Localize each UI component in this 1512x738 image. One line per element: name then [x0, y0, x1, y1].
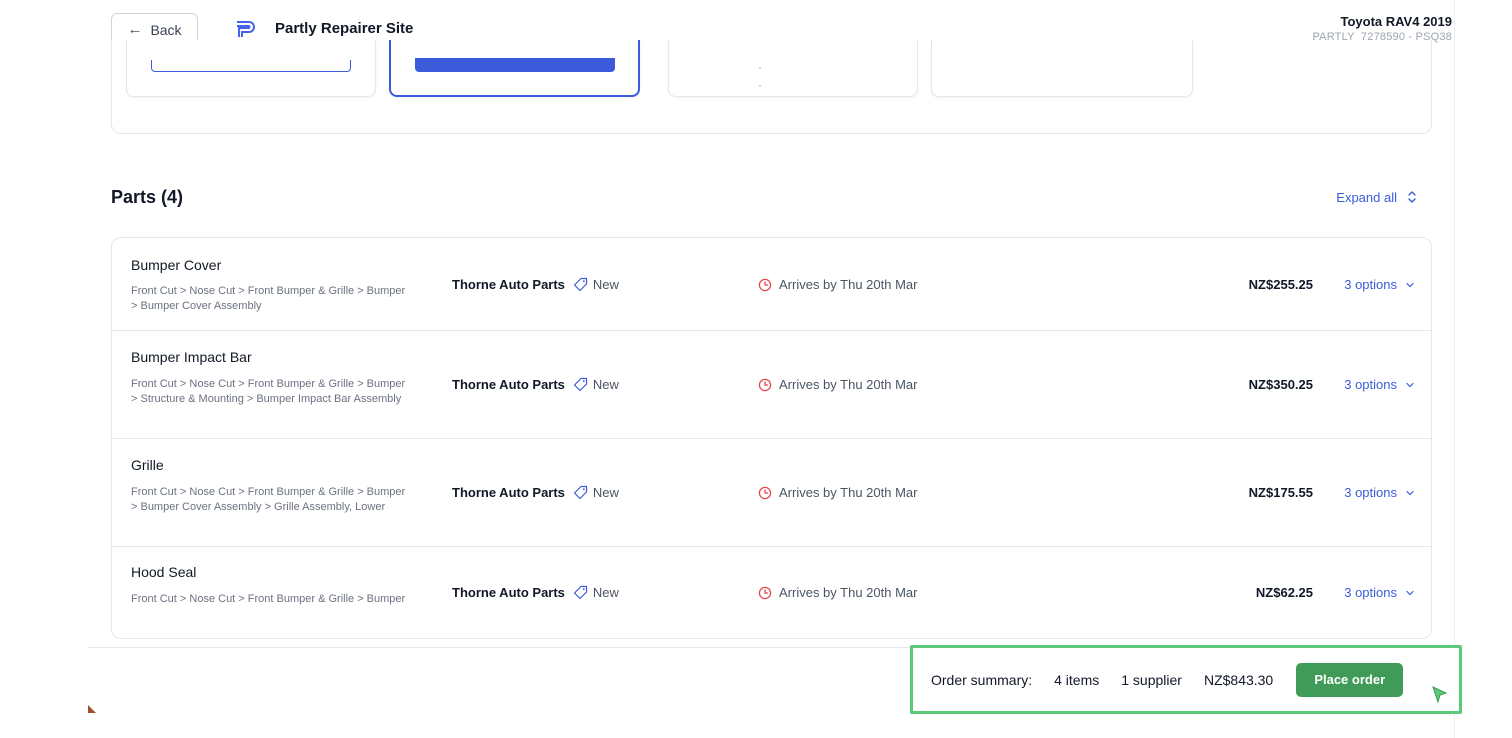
part-price: NZ$175.55	[1248, 485, 1313, 500]
part-row[interactable]: Bumper Impact Bar Front Cut > Nose Cut >…	[112, 331, 1431, 439]
chevron-down-icon	[1406, 382, 1414, 387]
option-card-button[interactable]	[151, 60, 351, 72]
options-label: 3 options	[1344, 377, 1397, 392]
options-label: 3 options	[1344, 485, 1397, 500]
options-label: 3 options	[1344, 585, 1397, 600]
vehicle-name: Toyota RAV4 2019	[1340, 14, 1452, 29]
part-row[interactable]: Hood Seal Front Cut > Nose Cut > Front B…	[112, 547, 1431, 638]
place-order-button[interactable]: Place order	[1296, 662, 1404, 697]
chevron-down-icon	[1406, 490, 1414, 495]
options-toggle[interactable]: 3 options	[1344, 277, 1415, 292]
options-toggle[interactable]: 3 options	[1344, 585, 1415, 600]
part-price: NZ$62.25	[1255, 585, 1313, 600]
part-row[interactable]: Grille Front Cut > Nose Cut > Front Bump…	[112, 439, 1431, 547]
arrival: Arrives by Thu 20th Mar	[758, 585, 917, 600]
order-summary-label: Order summary:	[931, 671, 1033, 688]
corner-marker-icon	[88, 705, 96, 713]
tag-icon	[573, 485, 588, 500]
supplier: Thorne Auto Parts New	[452, 277, 619, 292]
option-card[interactable]	[126, 40, 376, 97]
condition-label: New	[592, 585, 619, 600]
arrival: Arrives by Thu 20th Mar	[758, 277, 917, 292]
arrow-left-icon: ←	[127, 21, 143, 38]
site-title: Partly Repairer Site	[275, 20, 414, 37]
arrival-text: Arrives by Thu 20th Mar	[779, 377, 918, 392]
condition-label: New	[592, 377, 619, 392]
option-card[interactable]	[668, 40, 918, 97]
part-name: Bumper Cover	[131, 257, 222, 273]
chevron-up-down-icon	[1408, 191, 1416, 203]
supplier-name: Thorne Auto Parts	[452, 585, 565, 600]
tag-icon	[573, 277, 588, 292]
supplier: Thorne Auto Parts New	[452, 377, 619, 392]
order-supplier-count: 1 supplier	[1121, 671, 1182, 688]
option-card[interactable]	[931, 40, 1193, 97]
order-total: NZ$843.30	[1203, 671, 1274, 688]
options-toggle[interactable]: 3 options	[1344, 485, 1415, 500]
supplier-name: Thorne Auto Parts	[452, 485, 565, 500]
partly-logo-icon	[237, 21, 255, 37]
options-toggle[interactable]: 3 options	[1344, 377, 1415, 392]
supplier-name: Thorne Auto Parts	[452, 377, 565, 392]
chevron-down-icon	[1406, 282, 1414, 287]
parts-heading: Parts (4)	[111, 187, 184, 207]
part-name: Grille	[131, 457, 164, 473]
back-button-label: Back	[150, 21, 182, 38]
chevron-down-icon	[1406, 590, 1414, 595]
arrival: Arrives by Thu 20th Mar	[758, 377, 917, 392]
supplier-name: Thorne Auto Parts	[452, 277, 565, 292]
condition-tag: New	[573, 485, 619, 500]
condition-label: New	[592, 277, 619, 292]
option-card-button[interactable]	[415, 58, 615, 72]
condition-tag: New	[573, 585, 619, 600]
arrival: Arrives by Thu 20th Mar	[758, 485, 917, 500]
tag-icon	[573, 377, 588, 392]
clock-icon	[758, 278, 772, 291]
part-price: NZ$255.25	[1248, 277, 1313, 292]
part-category-path: Front Cut > Nose Cut > Front Bumper & Gr…	[131, 593, 406, 605]
part-price: NZ$350.25	[1248, 377, 1313, 392]
part-name: Bumper Impact Bar	[131, 349, 252, 365]
condition-tag: New	[573, 377, 619, 392]
part-name: Hood Seal	[131, 564, 197, 580]
arrival-text: Arrives by Thu 20th Mar	[779, 585, 918, 600]
condition-tag: New	[573, 277, 619, 292]
part-row[interactable]: Bumper Cover Front Cut > Nose Cut > Fron…	[112, 238, 1431, 331]
parts-list: Bumper Cover Front Cut > Nose Cut > Fron…	[111, 237, 1432, 639]
arrival-text: Arrives by Thu 20th Mar	[779, 277, 918, 292]
clock-icon	[758, 586, 772, 599]
option-card-selected[interactable]	[389, 40, 640, 97]
supplier: Thorne Auto Parts New	[452, 585, 619, 600]
clock-icon	[758, 486, 772, 499]
expand-all-button[interactable]: Expand all	[1336, 189, 1417, 205]
order-summary-bar: Order summary: 4 items 1 supplier NZ$843…	[910, 645, 1462, 714]
arrival-text: Arrives by Thu 20th Mar	[779, 485, 918, 500]
scrollbar-gutter	[1454, 0, 1455, 738]
part-category-path: Front Cut > Nose Cut > Front Bumper & Gr…	[131, 285, 406, 312]
expand-all-label: Expand all	[1336, 189, 1397, 205]
supplier: Thorne Auto Parts New	[452, 485, 619, 500]
options-label: 3 options	[1344, 277, 1397, 292]
part-category-path: Front Cut > Nose Cut > Front Bumper & Gr…	[131, 378, 406, 405]
order-item-count: 4 items	[1054, 671, 1100, 688]
clock-icon	[758, 378, 772, 391]
condition-label: New	[592, 485, 619, 500]
part-category-path: Front Cut > Nose Cut > Front Bumper & Gr…	[131, 486, 406, 513]
mouse-cursor-icon	[1432, 686, 1448, 704]
tag-icon	[573, 585, 588, 600]
